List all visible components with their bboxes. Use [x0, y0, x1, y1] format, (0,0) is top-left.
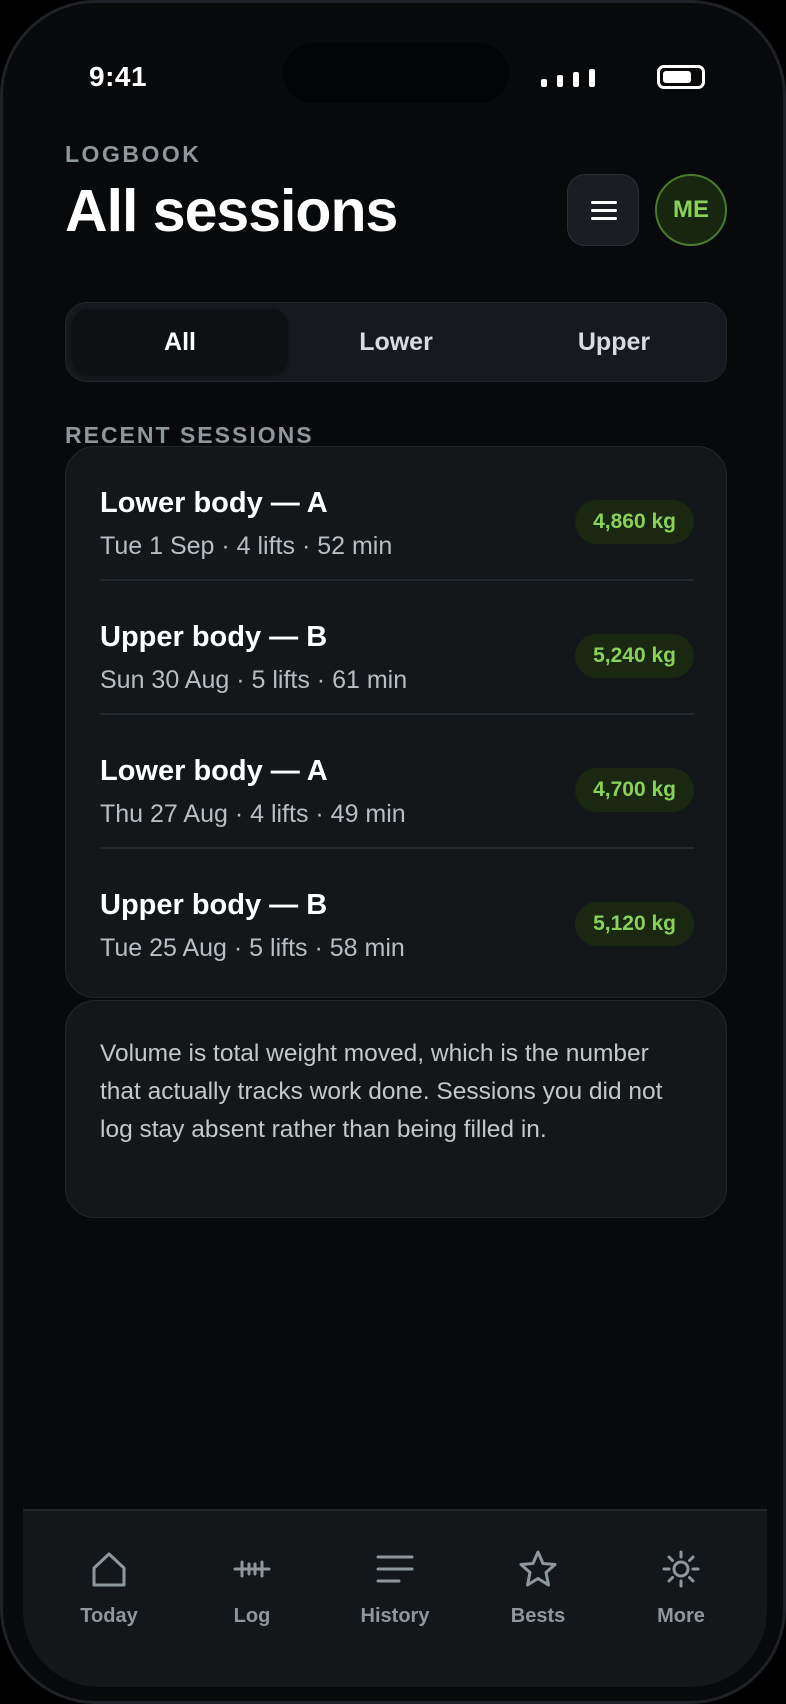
- menu-icon: [591, 201, 617, 204]
- menu-button[interactable]: [567, 174, 639, 246]
- home-icon: [92, 1552, 126, 1587]
- tab-label: History: [360, 1605, 430, 1627]
- section-label-recent: RECENT SESSIONS: [65, 422, 314, 448]
- phone-screen: 9:41 LOGBOOK All sessions ME All Lower U…: [0, 0, 786, 1704]
- tab-history[interactable]: History: [335, 1539, 455, 1629]
- session-meta: Tue 1 Sep · 4 lifts · 52 min: [100, 532, 393, 560]
- volume-badge: 5,240 kg: [575, 634, 694, 678]
- tab-bests[interactable]: Bests: [478, 1539, 598, 1629]
- volume-badge: 4,700 kg: [575, 768, 694, 812]
- session-title: Lower body — A: [100, 487, 328, 519]
- volume-badge: 5,120 kg: [575, 902, 694, 946]
- page-eyebrow: LOGBOOK: [65, 141, 202, 167]
- star-icon: [519, 1550, 557, 1587]
- page-title: All sessions: [65, 178, 398, 244]
- tab-label: Log: [233, 1605, 271, 1627]
- battery-icon: [657, 65, 705, 89]
- status-bar: 9:41: [89, 55, 705, 97]
- filter-segmented-control: All Lower Upper: [65, 302, 727, 382]
- segment-upper[interactable]: Upper: [506, 309, 722, 375]
- sessions-list: Lower body — A Tue 1 Sep · 4 lifts · 52 …: [65, 446, 727, 998]
- segment-all[interactable]: All: [72, 309, 288, 375]
- dumbbell-icon: [233, 1560, 271, 1578]
- session-title: Upper body — B: [100, 889, 328, 921]
- signal-icon: [541, 69, 601, 87]
- tab-today[interactable]: Today: [49, 1539, 169, 1629]
- segment-lower[interactable]: Lower: [288, 309, 504, 375]
- info-card: Volume is total weight moved, which is t…: [65, 1000, 727, 1218]
- tab-label: Today: [80, 1605, 138, 1627]
- session-row[interactable]: Lower body — A Tue 1 Sep · 4 lifts · 52 …: [100, 447, 694, 581]
- session-title: Upper body — B: [100, 621, 328, 653]
- avatar[interactable]: ME: [655, 174, 727, 246]
- session-meta: Thu 27 Aug · 4 lifts · 49 min: [100, 800, 406, 828]
- session-row[interactable]: Lower body — A Thu 27 Aug · 4 lifts · 49…: [100, 715, 694, 849]
- tab-label: Bests: [510, 1605, 566, 1627]
- list-icon: [376, 1555, 414, 1583]
- status-time: 9:41: [89, 61, 148, 92]
- session-meta: Sun 30 Aug · 5 lifts · 61 min: [100, 666, 408, 694]
- tab-label: More: [657, 1605, 705, 1627]
- tab-log[interactable]: Log: [192, 1539, 312, 1629]
- session-row[interactable]: Upper body — B Tue 25 Aug · 5 lifts · 58…: [100, 849, 694, 983]
- info-text: Volume is total weight moved, which is t…: [100, 1040, 663, 1143]
- session-title: Lower body — A: [100, 755, 328, 787]
- tab-bar: Today Log History Bests More: [23, 1509, 767, 1687]
- volume-badge: 4,860 kg: [575, 500, 694, 544]
- tab-more[interactable]: More: [621, 1539, 741, 1629]
- session-meta: Tue 25 Aug · 5 lifts · 58 min: [100, 934, 405, 962]
- session-row[interactable]: Upper body — B Sun 30 Aug · 5 lifts · 61…: [100, 581, 694, 715]
- sun-icon: [662, 1550, 700, 1588]
